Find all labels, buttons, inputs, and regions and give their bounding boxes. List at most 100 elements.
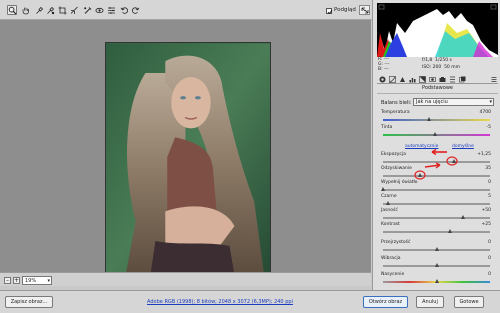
slider-value[interactable]: 0 xyxy=(488,180,491,185)
spot-removal-tool[interactable] xyxy=(82,5,92,15)
slider-value[interactable]: +50 xyxy=(482,208,492,213)
straighten-tool[interactable] xyxy=(69,5,79,15)
white-balance-tool[interactable] xyxy=(34,5,44,15)
slider-track[interactable] xyxy=(383,161,490,163)
white-balance-select[interactable]: Jak na ujęciu ▾ xyxy=(413,98,494,106)
slider-thumb[interactable] xyxy=(448,229,453,233)
slider-thumb[interactable] xyxy=(427,117,431,121)
hand-icon xyxy=(22,7,29,15)
slider-tinta: Tinta -5 xyxy=(381,125,497,141)
crop-tool[interactable] xyxy=(57,5,67,15)
crop-icon xyxy=(58,6,67,15)
save-image-button[interactable]: Zapisz obraz... xyxy=(5,296,53,308)
panel-tabs xyxy=(377,75,498,84)
b-readout: B: --- xyxy=(378,67,389,72)
lens-icon xyxy=(429,77,436,82)
divider xyxy=(377,93,498,94)
slider-thumb[interactable] xyxy=(418,173,423,177)
eyedropper-icon xyxy=(36,6,44,14)
histogram-graph xyxy=(377,4,498,57)
preview-label: Podgląd xyxy=(334,7,356,13)
slider-track[interactable] xyxy=(383,217,490,219)
fullscreen-button[interactable] xyxy=(359,5,370,15)
tab-detail[interactable] xyxy=(399,76,406,83)
slider-track[interactable] xyxy=(383,203,490,205)
image-preview-area[interactable]: IM6224.cr2 xyxy=(0,20,371,283)
slider-value[interactable]: 0 xyxy=(488,240,491,245)
slider-value[interactable]: +1,25 xyxy=(477,152,491,157)
slider-track[interactable] xyxy=(383,119,490,121)
preferences-icon xyxy=(108,7,115,14)
photo-preview[interactable] xyxy=(105,42,271,276)
slider-thumb[interactable] xyxy=(434,263,439,267)
slider-thumb[interactable] xyxy=(451,159,456,163)
slider-label: Nasycenie xyxy=(381,272,405,277)
zoom-level-select[interactable]: 19% ▾ xyxy=(22,276,52,285)
slider-thumb[interactable] xyxy=(433,132,438,136)
tab-hsl[interactable] xyxy=(409,76,416,83)
slider-value[interactable]: +25 xyxy=(482,222,492,227)
tab-presets[interactable] xyxy=(449,76,456,83)
slider-kontrast: Kontrast +25 xyxy=(381,222,497,238)
workflow-options-link[interactable]: Adobe RGB (1998); 8 bitów; 2048 x 3072 (… xyxy=(130,299,310,305)
slider-value[interactable]: 0 xyxy=(488,272,491,277)
slider-thumb[interactable] xyxy=(434,247,439,251)
slider-track[interactable] xyxy=(383,189,490,191)
slider-thumb[interactable] xyxy=(461,215,466,219)
default-link[interactable]: domyślne xyxy=(452,144,474,149)
cancel-button[interactable]: Anuluj xyxy=(416,296,444,308)
red-eye-icon xyxy=(95,7,104,14)
section-title: Podstawowe xyxy=(421,85,453,91)
rotate-left-button[interactable] xyxy=(119,5,129,15)
slider-value[interactable]: 5 xyxy=(488,194,491,199)
aperture-shutter: f/1,8 1/250 s xyxy=(422,58,452,63)
zoom-tool[interactable] xyxy=(7,5,17,15)
portrait-photo xyxy=(106,43,270,275)
auto-link[interactable]: automatycznie xyxy=(405,144,438,149)
slider-przejrzystosc: Przejrzystość 0 xyxy=(381,240,497,256)
slider-thumb[interactable] xyxy=(381,187,385,191)
spot-removal-icon xyxy=(84,7,92,14)
color-sampler-icon xyxy=(47,6,55,15)
slider-value[interactable]: 4700 xyxy=(480,110,491,115)
tone-curve-icon xyxy=(389,76,396,83)
preferences-button[interactable] xyxy=(106,5,116,15)
tab-snapshots[interactable] xyxy=(459,76,466,83)
slider-value[interactable]: -5 xyxy=(487,125,492,130)
panel-menu-button[interactable] xyxy=(491,76,497,83)
presets-icon xyxy=(450,76,455,83)
detail-icon xyxy=(400,77,405,82)
zoom-out-button[interactable]: – xyxy=(4,277,11,284)
open-image-button[interactable]: Otwórz obraz xyxy=(363,296,408,308)
slider-track[interactable] xyxy=(383,175,490,177)
iso-focal: ISO: 200 50 mm xyxy=(422,65,460,70)
tab-tone-curve[interactable] xyxy=(389,76,396,83)
rotate-right-icon xyxy=(132,7,140,14)
zoom-in-button[interactable]: + xyxy=(13,277,20,284)
slider-value[interactable]: 0 xyxy=(488,256,491,261)
tab-split-toning[interactable] xyxy=(419,76,426,83)
rotate-left-icon xyxy=(120,7,128,14)
slider-temperatura: Temperatura 4700 xyxy=(381,110,497,126)
zoom-icon xyxy=(8,6,17,15)
chevron-down-icon: ▾ xyxy=(47,278,50,284)
done-button[interactable]: Gotowe xyxy=(454,296,484,308)
chevron-down-icon: ▾ xyxy=(489,99,492,105)
rotate-right-button[interactable] xyxy=(130,5,140,15)
tab-basic[interactable] xyxy=(379,76,386,83)
preview-checkbox[interactable] xyxy=(326,8,333,15)
slider-thumb[interactable] xyxy=(386,201,391,205)
fullscreen-icon xyxy=(361,7,369,14)
slider-label: Jasność xyxy=(381,208,398,213)
slider-nasycenie: Nasycenie 0 xyxy=(381,272,497,288)
slider-label: Ekspozycja xyxy=(381,152,406,157)
slider-thumb[interactable] xyxy=(434,279,439,283)
tab-camera-calibration[interactable] xyxy=(439,76,446,83)
slider-value[interactable]: 35 xyxy=(485,166,491,171)
tab-lens-corrections[interactable] xyxy=(429,76,436,83)
hand-tool[interactable] xyxy=(20,5,30,15)
color-sampler-tool[interactable] xyxy=(45,5,55,15)
red-eye-tool[interactable] xyxy=(94,5,104,15)
white-balance-value: Jak na ujęciu xyxy=(416,99,448,105)
slider-track[interactable] xyxy=(383,231,490,233)
